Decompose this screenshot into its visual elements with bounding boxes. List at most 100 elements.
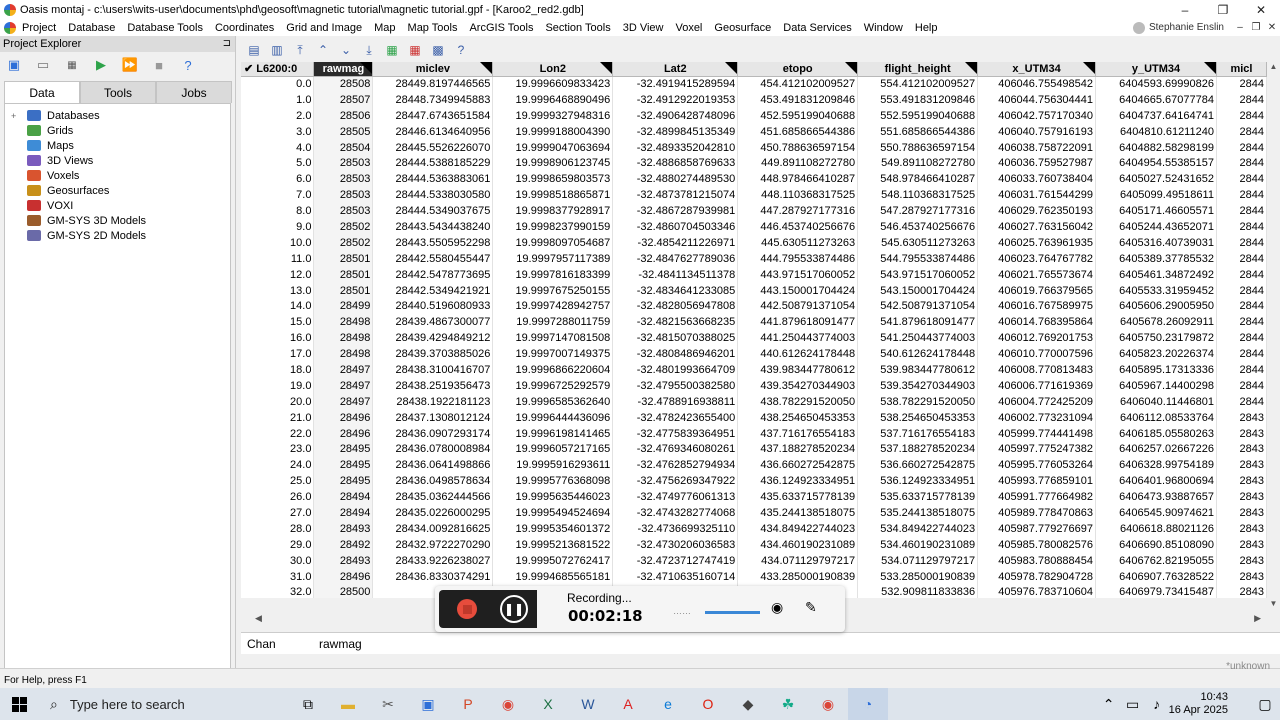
table-cell[interactable]: -32.4730206036583 <box>612 536 739 553</box>
table-cell[interactable]: 435.633715778139 <box>737 489 859 506</box>
table-row[interactable]: 2.0 28506 28447.6743651584 19.9999327948316… <box>241 107 1267 124</box>
table-cell[interactable]: 405978.782904728 <box>977 568 1097 585</box>
table-cell[interactable]: -32.4860704503346 <box>612 219 739 235</box>
table-cell[interactable]: -32.4886858769633 <box>612 155 739 172</box>
table-cell[interactable]: -32.4710635160714 <box>612 568 739 585</box>
tree-item[interactable]: VOXI <box>5 198 230 213</box>
table-cell[interactable]: 28502 <box>313 234 374 251</box>
powerpoint-icon[interactable]: P <box>448 688 488 720</box>
table-cell[interactable]: 28436.0907293174 <box>372 425 494 442</box>
vertical-scrollbar[interactable]: ▲ ▼ <box>1267 62 1280 611</box>
table-row[interactable]: 17.0 28498 28439.3703885026 19.999700714937… <box>241 346 1267 363</box>
word-icon[interactable]: W <box>568 688 608 720</box>
table-row[interactable]: 27.0 28494 28435.0226000295 19.999549452469… <box>241 505 1267 521</box>
table-cell[interactable]: 19.9996198141465 <box>492 425 614 442</box>
table-row[interactable]: 21.0 28496 28437.1308012124 19.999644443609… <box>241 409 1267 426</box>
table-cell[interactable]: 546.453740256676 <box>857 219 979 235</box>
table-cell[interactable]: 28.0 <box>241 520 315 537</box>
user-account[interactable]: Stephanie Enslin <box>1132 21 1224 34</box>
table-cell[interactable]: 446.453740256676 <box>737 219 859 235</box>
table-cell[interactable]: 6404593.69990826 <box>1095 76 1217 92</box>
table-cell[interactable]: 6405823.20226374 <box>1095 346 1217 363</box>
table-cell[interactable]: 2844 <box>1216 107 1267 124</box>
tree-item[interactable]: Grids <box>5 123 230 138</box>
table-cell[interactable]: 32.0 <box>241 584 315 598</box>
table-cell[interactable]: -32.4795500382580 <box>612 377 739 394</box>
table-cell[interactable]: 6405171.46605571 <box>1095 203 1217 220</box>
table-cell[interactable]: 19.9999327948316 <box>492 107 614 124</box>
table-cell[interactable]: 28505 <box>313 123 374 140</box>
project-icon[interactable]: ▣ <box>4 55 24 75</box>
doc-close-button[interactable]: ✕ <box>1264 22 1280 33</box>
table-cell[interactable]: 6405678.26092911 <box>1095 314 1217 331</box>
table-row[interactable]: 20.0 28497 28438.1922181123 19.999658536264… <box>241 393 1267 410</box>
table-cell[interactable]: 19.9997428942757 <box>492 298 614 315</box>
table-cell[interactable]: -32.4821563668235 <box>612 314 739 331</box>
table-cell[interactable]: 6404810.61211240 <box>1095 123 1217 140</box>
first-line-icon[interactable]: ⤒ <box>291 41 309 59</box>
table-cell[interactable]: 9.0 <box>241 219 315 235</box>
table-cell[interactable]: 19.9998906123745 <box>492 155 614 172</box>
table-cell[interactable]: 406029.762350193 <box>977 203 1097 220</box>
col-header-lon2[interactable]: Lon2 <box>492 62 614 77</box>
table-cell[interactable]: 28506 <box>313 107 374 124</box>
stop-icon[interactable]: ■ <box>149 55 169 75</box>
table-cell[interactable]: 6405461.34872492 <box>1095 266 1217 283</box>
table-cell[interactable]: 20.0 <box>241 393 315 410</box>
table-cell[interactable]: 2844 <box>1216 282 1267 299</box>
table-cell[interactable]: 437.188278520234 <box>737 441 859 458</box>
table-cell[interactable]: 433.285000190839 <box>737 568 859 585</box>
table-cell[interactable]: 2844 <box>1216 250 1267 267</box>
table-cell[interactable]: 6404882.58298199 <box>1095 139 1217 156</box>
table-cell[interactable]: 548.978466410287 <box>857 171 979 188</box>
menu-database[interactable]: Database <box>68 22 115 34</box>
table-cell[interactable]: 1.0 <box>241 91 315 108</box>
table-cell[interactable]: 406016.767589975 <box>977 298 1097 315</box>
table-cell[interactable]: 19.9998518865871 <box>492 187 614 204</box>
table-cell[interactable]: 28446.6134640956 <box>372 123 494 140</box>
table-row[interactable]: 6.0 28503 28444.5363883061 19.9998659803573… <box>241 171 1267 188</box>
col-header-etopo[interactable]: etopo <box>737 62 859 77</box>
table-cell[interactable]: 19.9995635446023 <box>492 489 614 506</box>
table-cell[interactable]: 405993.776859101 <box>977 473 1097 490</box>
table-cell[interactable]: 28492 <box>313 536 374 553</box>
table-cell[interactable]: 541.250443774003 <box>857 330 979 347</box>
table-cell[interactable]: 28444.5349037675 <box>372 203 494 220</box>
menu-data-services[interactable]: Data Services <box>783 22 851 34</box>
table-row[interactable]: 25.0 28495 28436.0498578634 19.999577636809… <box>241 473 1267 490</box>
table-cell[interactable]: 552.595199040688 <box>857 107 979 124</box>
table-row[interactable]: 7.0 28503 28444.5338030580 19.9998518865871… <box>241 187 1267 204</box>
table-cell[interactable]: 28503 <box>313 155 374 172</box>
table-cell[interactable]: 28443.5434438240 <box>372 219 494 235</box>
table-cell[interactable]: 2843 <box>1216 552 1267 569</box>
table-cell[interactable]: 2844 <box>1216 362 1267 378</box>
pause-recording-button[interactable]: ❚❚ <box>491 590 537 628</box>
table-cell[interactable]: 439.983447780612 <box>737 362 859 378</box>
table-cell[interactable]: 539.983447780612 <box>857 362 979 378</box>
table-cell[interactable]: 6406545.90974621 <box>1095 505 1217 521</box>
table-cell[interactable]: 443.150001704424 <box>737 282 859 299</box>
table-cell[interactable]: 19.9998659803573 <box>492 171 614 188</box>
table-cell[interactable]: 8.0 <box>241 203 315 220</box>
table-cell[interactable]: 11.0 <box>241 250 315 267</box>
doc-restore-button[interactable]: ❐ <box>1248 22 1264 33</box>
table-cell[interactable]: 406019.766379565 <box>977 282 1097 299</box>
table-cell[interactable]: 28497 <box>313 393 374 410</box>
table-cell[interactable]: 406012.769201753 <box>977 330 1097 347</box>
table-cell[interactable]: 22.0 <box>241 425 315 442</box>
table-cell[interactable]: -32.4919415289594 <box>612 76 739 92</box>
table-cell[interactable]: 406046.755498542 <box>977 76 1097 92</box>
table-cell[interactable]: 406031.761544299 <box>977 187 1097 204</box>
table-cell[interactable]: 6404737.64164741 <box>1095 107 1217 124</box>
table-cell[interactable]: 2844 <box>1216 219 1267 235</box>
table-cell[interactable]: 443.971517060052 <box>737 266 859 283</box>
table-row[interactable]: 1.0 28507 28448.7349945883 19.9996468890496… <box>241 91 1267 108</box>
table-cell[interactable]: 543.150001704424 <box>857 282 979 299</box>
table-cell[interactable]: 28501 <box>313 250 374 267</box>
spreadsheet-icon[interactable]: ▦ <box>406 41 424 59</box>
notifications-icon[interactable]: ▢ <box>1250 688 1280 720</box>
table-cell[interactable]: 406002.773231094 <box>977 409 1097 426</box>
table-cell[interactable]: 535.633715778139 <box>857 489 979 506</box>
table-cell[interactable]: 405985.780082576 <box>977 536 1097 553</box>
next-line-icon[interactable]: ⌄ <box>337 41 355 59</box>
